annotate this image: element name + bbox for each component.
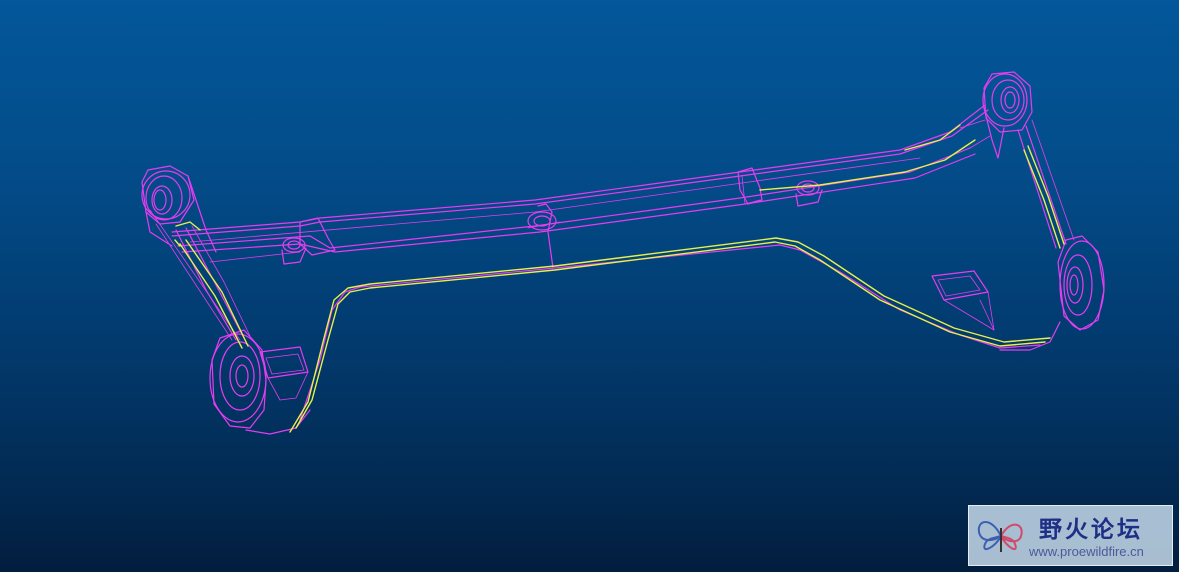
- magenta-edges: [141, 71, 1105, 435]
- wireframe-part-model[interactable]: [0, 0, 1179, 572]
- yellow-highlight-edges: [174, 124, 1065, 433]
- cad-viewport[interactable]: 野火论坛 www.proewildfire.cn: [0, 0, 1179, 572]
- watermark-url: www.proewildfire.cn: [1029, 544, 1144, 559]
- forum-watermark: 野火论坛 www.proewildfire.cn: [968, 505, 1173, 566]
- watermark-title: 野火论坛: [1039, 517, 1143, 543]
- butterfly-logo-icon: [977, 521, 1023, 552]
